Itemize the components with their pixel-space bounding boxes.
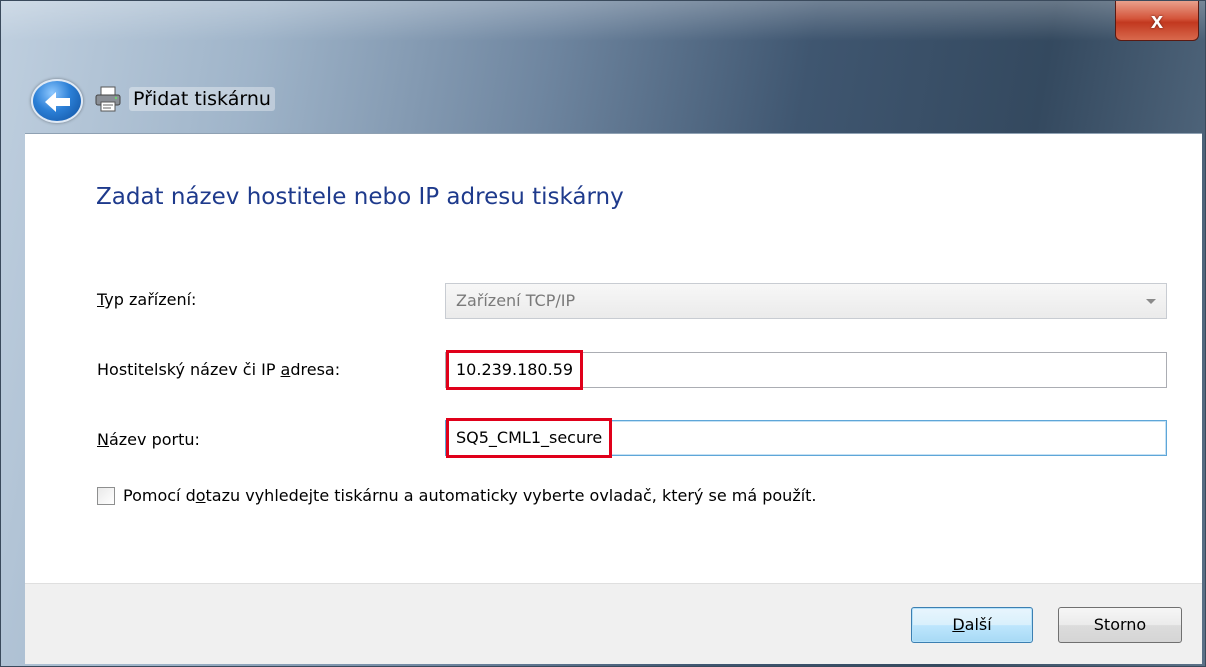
close-icon: x [1150,7,1164,33]
host-input[interactable]: 10.239.180.59 [445,350,1167,390]
close-button[interactable]: x [1115,1,1199,41]
host-value: 10.239.180.59 [446,350,584,390]
printer-icon [95,86,121,112]
device-type-value: Zařízení TCP/IP [456,291,576,310]
window-title: Přidat tiskárnu [129,87,275,111]
host-label: Hostitelský název či IP adresa: [97,360,341,379]
query-printer-label: Pomocí dotazu vyhledejte tiskárnu a auto… [123,486,817,505]
chevron-down-icon [1146,299,1156,304]
device-type-label: Typ zařízení: [97,290,197,309]
port-input[interactable]: SQ5_CML1_secure [445,418,1167,458]
port-value: SQ5_CML1_secure [446,418,613,458]
query-printer-option[interactable]: Pomocí dotazu vyhledejte tiskárnu a auto… [97,486,817,505]
cancel-button[interactable]: Storno [1058,607,1182,643]
button-bar: Další Storno [25,583,1202,664]
back-button[interactable] [31,79,83,123]
page-title: Zadat název hostitele nebo IP adresu tis… [96,184,624,210]
next-button[interactable]: Další [911,607,1033,643]
back-arrow-icon [45,92,70,112]
query-printer-checkbox[interactable] [97,486,115,505]
port-label: Název portu: [97,430,200,449]
device-type-select[interactable]: Zařízení TCP/IP [445,283,1167,319]
content-panel: Zadat název hostitele nebo IP adresu tis… [25,133,1202,583]
add-printer-window: x Přidat tiskárnu Zadat název hostitele … [0,0,1206,667]
